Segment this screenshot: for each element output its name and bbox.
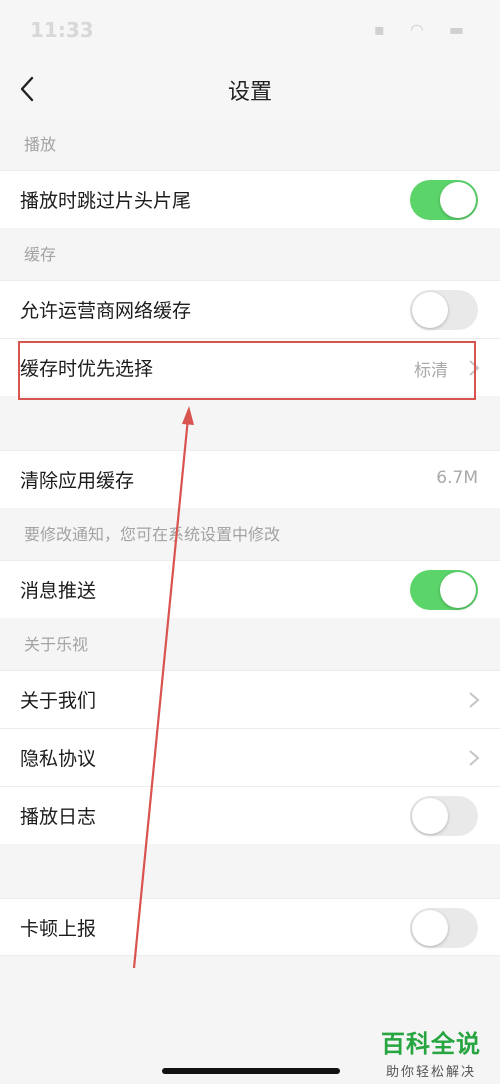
section-header-about: 关于乐视 <box>0 618 500 670</box>
row-push: 消息推送 <box>0 560 500 618</box>
status-icons: ▪ ◠ ▬ <box>373 20 474 39</box>
toggle-knob <box>440 182 476 218</box>
watermark-logo: 百科全说 助你轻松解决 <box>376 1024 486 1080</box>
row-value: 标清 <box>414 361 448 381</box>
toggle-knob <box>412 292 448 328</box>
row-about-us[interactable]: 关于我们 <box>0 670 500 728</box>
row-lag-report: 卡顿上报 <box>0 898 500 956</box>
row-label: 卡顿上报 <box>20 918 97 940</box>
row-label: 允许运营商网络缓存 <box>20 300 192 322</box>
section-label: 播放 <box>24 135 57 154</box>
section-header-playback: 播放 <box>0 118 500 170</box>
row-label: 播放日志 <box>20 806 97 828</box>
row-value: 6.7M <box>436 468 478 488</box>
chevron-right-icon <box>469 750 480 766</box>
section-header-notify: 要修改通知，您可在系统设置中修改 <box>0 508 500 560</box>
page-title: 设置 <box>227 80 272 105</box>
home-indicator <box>162 1068 340 1074</box>
section-label: 要修改通知，您可在系统设置中修改 <box>24 525 281 544</box>
toggle-knob <box>412 798 448 834</box>
watermark-title: 百科全说 <box>381 1030 481 1058</box>
row-play-log: 播放日志 <box>0 786 500 844</box>
status-time: 11:33 <box>30 18 94 42</box>
toggle-knob <box>412 910 448 946</box>
row-skip-intro: 播放时跳过片头片尾 <box>0 170 500 228</box>
section-label: 关于乐视 <box>24 635 89 654</box>
row-label: 隐私协议 <box>20 748 97 770</box>
carrier-cache-toggle[interactable] <box>410 290 478 330</box>
row-label: 播放时跳过片头片尾 <box>20 190 192 212</box>
status-bar: 11:33 ▪ ◠ ▬ <box>0 0 500 60</box>
lag-report-toggle[interactable] <box>410 908 478 948</box>
row-cache-quality[interactable]: 缓存时优先选择 标清 <box>0 338 500 396</box>
row-label: 关于我们 <box>20 690 97 712</box>
play-log-toggle[interactable] <box>410 796 478 836</box>
chevron-right-icon <box>469 692 480 708</box>
row-carrier-cache: 允许运营商网络缓存 <box>0 280 500 338</box>
nav-bar: 设置 <box>0 60 500 118</box>
watermark-subtitle: 助你轻松解决 <box>385 1065 476 1080</box>
toggle-knob <box>440 572 476 608</box>
section-header-cache: 缓存 <box>0 228 500 280</box>
row-privacy[interactable]: 隐私协议 <box>0 728 500 786</box>
section-label: 缓存 <box>24 245 57 264</box>
section-spacer <box>0 844 500 898</box>
chevron-right-icon <box>469 360 480 376</box>
row-label: 消息推送 <box>20 580 97 602</box>
push-toggle[interactable] <box>410 570 478 610</box>
skip-intro-toggle[interactable] <box>410 180 478 220</box>
row-clear-cache[interactable]: 清除应用缓存 6.7M <box>0 450 500 508</box>
row-label: 缓存时优先选择 <box>20 358 154 380</box>
row-label: 清除应用缓存 <box>20 470 135 492</box>
section-spacer <box>0 396 500 450</box>
